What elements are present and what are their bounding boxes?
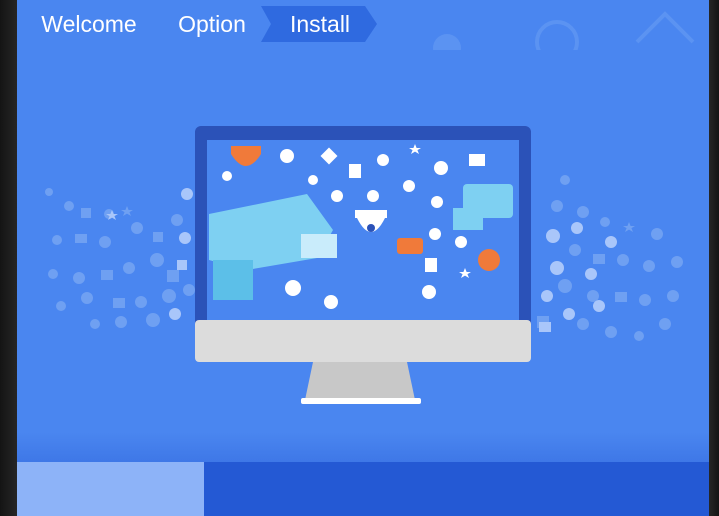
surveillance-monitor-illustration bbox=[45, 126, 683, 404]
decorative-background-arcs bbox=[433, 11, 695, 50]
installer-window: Welcome Option Install bbox=[17, 0, 709, 516]
monitor-base bbox=[301, 398, 421, 404]
step-install: Install bbox=[261, 6, 379, 42]
step-welcome-label: Welcome bbox=[41, 11, 137, 37]
step-install-label: Install bbox=[289, 11, 351, 37]
step-welcome: Welcome bbox=[25, 6, 153, 42]
left-icon-cloud bbox=[45, 188, 195, 329]
right-icon-cloud bbox=[537, 175, 683, 341]
window-frame-left bbox=[0, 0, 17, 516]
install-progress-fill bbox=[17, 462, 204, 516]
install-progress-bar bbox=[17, 462, 709, 516]
monitor-chin bbox=[195, 320, 531, 362]
step-option: Option bbox=[157, 6, 267, 42]
step-option-label: Option bbox=[178, 11, 246, 37]
monitor-stand-icon bbox=[305, 362, 415, 400]
wizard-steps: Welcome Option Install bbox=[17, 6, 397, 42]
bottom-shade bbox=[17, 432, 709, 462]
right-icon-cloud-bright bbox=[539, 222, 617, 332]
window-frame-right bbox=[709, 0, 719, 516]
